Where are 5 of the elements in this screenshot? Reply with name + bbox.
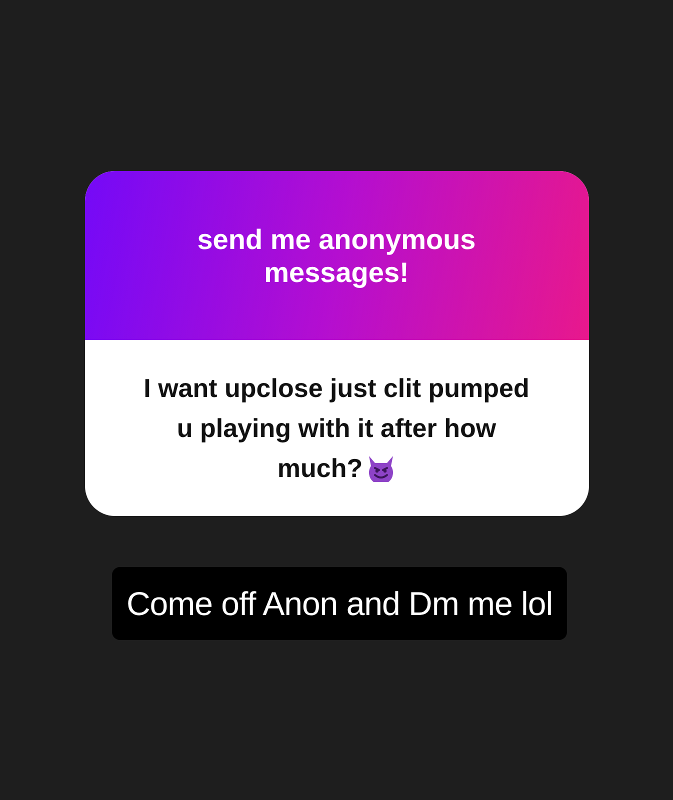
message-text: u playing with it after how — [176, 412, 496, 445]
reply-caption: Come off Anon and Dm me lol — [112, 567, 567, 640]
message-text: I want upclose just clit pumped — [144, 372, 530, 405]
message-text: much? — [277, 452, 363, 485]
card-title: send me anonymous messages! — [196, 222, 477, 288]
